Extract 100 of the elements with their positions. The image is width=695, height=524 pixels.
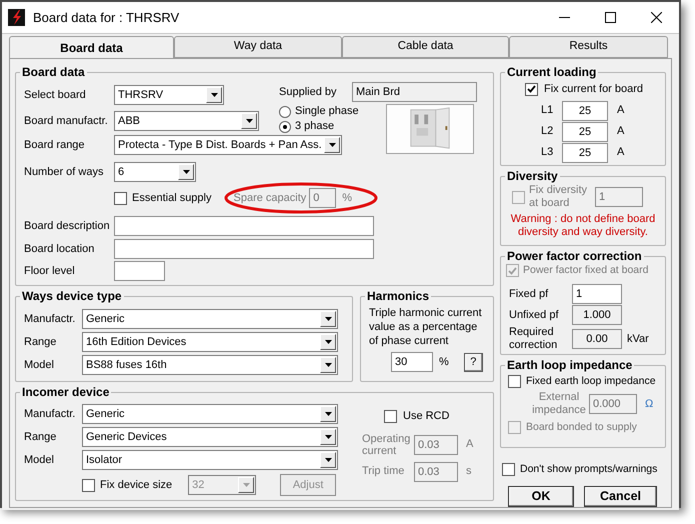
group-title: Earth loop impedance: [506, 358, 634, 372]
field-label: L3: [541, 145, 554, 160]
dropdown[interactable]: THRSRV: [114, 85, 224, 105]
checkmark-icon: [527, 85, 536, 94]
field-label: Fix current for board: [544, 82, 644, 97]
text-field[interactable]: 25: [562, 142, 608, 162]
field-label: Required correction: [509, 326, 558, 352]
group-title: Incomer device: [21, 385, 110, 399]
caret-icon: [328, 143, 336, 147]
field-label: Manufactr.: [24, 406, 76, 422]
field-label: Model: [24, 452, 55, 468]
tab[interactable]: Cable data: [342, 36, 509, 58]
window-title: Board data for : THRSRV: [33, 8, 180, 27]
field-label: Trip time: [362, 464, 406, 480]
field-label: A: [617, 103, 624, 118]
field-label: %: [342, 190, 352, 206]
checkbox[interactable]: [384, 410, 397, 423]
text-field[interactable]: 0.00: [572, 328, 622, 349]
tab[interactable]: Board data: [9, 36, 174, 59]
help-button[interactable]: ?: [464, 352, 483, 372]
maximize-icon: [604, 12, 616, 23]
text-field[interactable]: 25: [562, 122, 608, 142]
close-icon: [650, 12, 662, 23]
tab[interactable]: Way data: [174, 36, 342, 58]
dropdown[interactable]: Protecta - Type B Dist. Boards + Pan Ass.: [114, 135, 342, 155]
dropdown[interactable]: Generic Devices: [82, 427, 338, 447]
dropdown[interactable]: ABB: [114, 111, 259, 131]
dropdown[interactable]: Isolator: [82, 450, 338, 470]
group-title: Board data: [21, 65, 86, 79]
dropdown[interactable]: Generic: [82, 309, 338, 329]
group-title: Current loading: [506, 65, 598, 79]
checkbox[interactable]: [82, 478, 95, 492]
caret-icon: [324, 340, 332, 344]
field-label: Select board: [24, 88, 87, 103]
caret-icon: [324, 317, 332, 321]
dropdown[interactable]: BS88 fuses 16th: [82, 355, 338, 375]
group-title: Diversity: [506, 169, 559, 183]
field-label: Board description: [24, 218, 111, 234]
field-label: 3 phase: [295, 119, 334, 134]
field-label: Board manufactr.: [24, 114, 109, 129]
caret-icon: [324, 412, 332, 416]
text-field[interactable]: 25: [562, 100, 608, 120]
field-label: L1: [541, 103, 554, 118]
group-title: Power factor correction: [506, 249, 643, 263]
checkbox[interactable]: [508, 375, 521, 388]
field-label: L2: [541, 124, 554, 140]
text-field[interactable]: 1: [572, 284, 622, 304]
radio-button[interactable]: [279, 120, 291, 132]
dropdown[interactable]: 6: [114, 162, 196, 182]
lightning-bolt-icon: [8, 9, 25, 26]
cancel-button[interactable]: Cancel: [584, 486, 657, 507]
field-label: Range: [24, 334, 58, 350]
dropdown[interactable]: Generic: [82, 404, 338, 424]
field-label: Board bonded to supply: [526, 420, 637, 435]
field-label: A: [617, 145, 624, 160]
caret-icon: [324, 435, 332, 439]
field-label: Number of ways: [24, 164, 104, 180]
radio-button[interactable]: [279, 106, 291, 118]
field-label: Unfixed pf: [509, 308, 560, 322]
text-field[interactable]: Main Brd: [352, 82, 477, 102]
tab[interactable]: Results: [509, 36, 668, 58]
field-label: kVar: [627, 332, 649, 346]
text-field[interactable]: [114, 261, 165, 281]
field-label: Fixed pf: [509, 286, 550, 302]
field-label: Don't show prompts/warnings: [520, 462, 658, 477]
caret-icon: [324, 458, 332, 462]
field-label: Fixed earth loop impedance: [526, 374, 656, 389]
checkbox[interactable]: [502, 463, 515, 476]
group-title: Harmonics: [366, 289, 430, 303]
field-label: External impedance: [531, 390, 587, 417]
field-label: Model: [24, 358, 55, 373]
field-label: s: [466, 464, 472, 480]
ok-button[interactable]: OK: [508, 486, 574, 507]
field-label: A: [466, 437, 474, 452]
harmonics-description: Triple harmonic current value as a percentage of phase current: [369, 306, 483, 348]
field-label: Spare capacity: [234, 190, 306, 206]
field-label: Use RCD: [403, 409, 450, 424]
field-label: Power factor fixed at board: [523, 263, 648, 278]
dropdown[interactable]: 16th Edition Devices: [82, 332, 338, 352]
caret-icon: [182, 170, 190, 174]
group-title: Ways device type: [21, 289, 123, 303]
text-field[interactable]: 30: [391, 352, 433, 372]
field-label: Manufactr.: [24, 312, 76, 327]
field-label: Fix diversity at board: [529, 184, 588, 210]
checkmark-icon: [508, 266, 517, 275]
field-label: Board range: [24, 138, 86, 153]
field-label: Essential supply: [132, 190, 212, 206]
field-label: Fix device size: [100, 478, 172, 493]
caret-icon: [242, 483, 250, 487]
checkbox[interactable]: [525, 82, 538, 96]
text-field[interactable]: [114, 239, 374, 259]
field-label: Supplied by: [279, 84, 338, 100]
field-label: Floor level: [24, 264, 76, 279]
field-label: %: [439, 354, 449, 370]
text-field[interactable]: 1.000: [572, 304, 622, 325]
text-field[interactable]: [114, 216, 374, 236]
checkbox[interactable]: [114, 192, 127, 204]
field-label: Board location: [24, 242, 96, 257]
field-label: A: [617, 124, 624, 140]
minimize-icon: [558, 17, 570, 18]
